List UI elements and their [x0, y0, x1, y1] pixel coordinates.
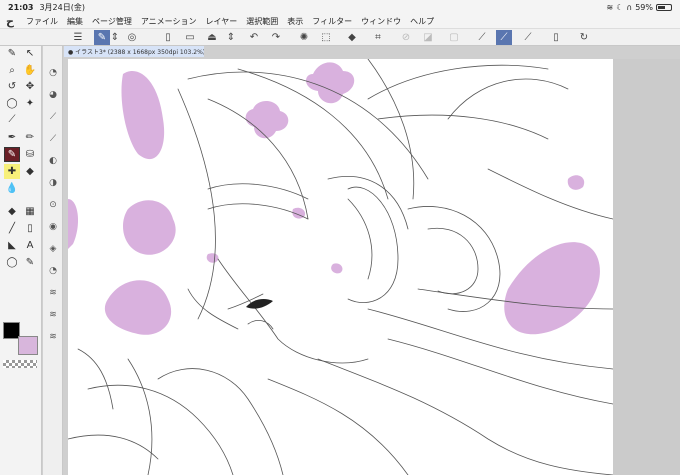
decoration-icon[interactable]: ✚ — [4, 164, 20, 179]
balloon-icon[interactable]: ◯ — [4, 255, 20, 270]
menu-page[interactable]: ページ管理 — [92, 16, 132, 27]
pencil-icon[interactable]: ✏ — [22, 130, 38, 145]
eraser-icon[interactable]: ◆ — [22, 164, 38, 179]
airbrush-icon[interactable]: ⛁ — [22, 147, 38, 162]
device-icon[interactable]: ▯ — [548, 30, 564, 45]
clear-icon[interactable]: ⬚ — [318, 30, 334, 45]
move-icon[interactable]: ✥ — [22, 79, 38, 94]
sub-color-chip[interactable] — [18, 336, 38, 355]
moon-icon: ☾ — [616, 2, 624, 12]
menu-window[interactable]: ウィンドウ — [361, 16, 401, 27]
layer-icon-3[interactable]: ≋ — [45, 330, 61, 344]
transparent-color-chip[interactable] — [3, 360, 37, 368]
tool-palette: ✎ ↖ ⌕ ✋ ↺ ✥ ◯ ✦ ⟋ ✒ ✏ ✎ ⛁ ✚ ◆ 💧 ◆ ▦ ╱ ▯ … — [0, 46, 42, 475]
quick-access-icon[interactable]: ✎ — [94, 30, 110, 45]
layer-icon-2[interactable]: ≋ — [45, 308, 61, 322]
open-folder-icon[interactable]: ▭ — [182, 30, 198, 45]
headphones-icon: ∩ — [626, 2, 633, 12]
companion-icon[interactable]: ◎ — [124, 30, 140, 45]
battery-percent: 59% — [635, 2, 653, 12]
frame-icon[interactable]: ▯ — [22, 221, 38, 236]
rotate-view-icon[interactable]: ↺ — [4, 79, 20, 94]
chevron-updown-icon[interactable]: ⇕ — [110, 30, 120, 45]
menu-bar: ح ファイル 編集 ページ管理 アニメーション レイヤー 選択範囲 表示 フィル… — [0, 14, 680, 29]
lasso-icon[interactable]: ◯ — [4, 96, 20, 111]
command-toolbar: ☰ ✎ ⇕ ◎ ▯ ▭ ⏏ ⇕ ↶ ↷ ✺ ⬚ ◆ ⌗ ⊘ ◪ ▢ ⟋ ⟋ ⟋ … — [0, 29, 680, 46]
menu-file[interactable]: ファイル — [26, 16, 58, 27]
subtool-icon-5[interactable]: ◐ — [45, 154, 61, 168]
magic-wand-icon[interactable]: ✦ — [22, 96, 38, 111]
subtool-icon-4[interactable]: ⟋ — [45, 132, 61, 146]
rotate-icon[interactable]: ↻ — [576, 30, 592, 45]
zoom-icon[interactable]: ⌕ — [4, 63, 20, 78]
wifi-icon: ≋ — [606, 2, 614, 12]
new-file-icon[interactable]: ▯ — [160, 30, 176, 45]
subtool-icon-1[interactable]: ◔ — [45, 66, 61, 80]
subtool-icon-10[interactable]: ◔ — [45, 264, 61, 278]
chevron-updown-icon-2[interactable]: ⇕ — [226, 30, 236, 45]
pen-tool-icon[interactable]: ✒ — [4, 130, 20, 145]
menu-animation[interactable]: アニメーション — [141, 16, 197, 27]
status-right: ≋ ☾ ∩ 59% — [606, 3, 672, 12]
battery-icon — [656, 3, 672, 11]
menu-view[interactable]: 表示 — [287, 16, 303, 27]
menu-edit[interactable]: 編集 — [67, 16, 83, 27]
undo-icon[interactable]: ↶ — [246, 30, 262, 45]
status-bar: 21:03 3月24日(金) ≋ ☾ ∩ 59% — [0, 0, 680, 14]
eyedropper-icon[interactable]: ⟋ — [4, 112, 20, 127]
menu-help[interactable]: ヘルプ — [410, 16, 434, 27]
invert-icon[interactable]: ◪ — [420, 30, 436, 45]
line-icon[interactable]: ╱ — [4, 221, 20, 236]
drawing-canvas[interactable] — [68, 59, 613, 475]
blend-icon[interactable]: 💧 — [4, 181, 20, 196]
fill-icon[interactable]: ◆ — [344, 30, 360, 45]
menu-layer[interactable]: レイヤー — [206, 16, 238, 27]
sketch-artwork — [68, 59, 613, 475]
canvas-background — [613, 59, 680, 475]
deselect-icon[interactable]: ⊘ — [398, 30, 414, 45]
stroke-icon-1[interactable]: ⟋ — [474, 30, 490, 45]
correction-icon[interactable]: ✎ — [22, 255, 38, 270]
app-logo-icon[interactable]: ح — [6, 15, 22, 28]
redo-icon[interactable]: ↷ — [268, 30, 284, 45]
subtool-icon-6[interactable]: ◑ — [45, 176, 61, 190]
stroke-icon-3[interactable]: ⟋ — [520, 30, 536, 45]
brush-icon[interactable]: ✎ — [4, 147, 20, 162]
pink-color-strokes — [68, 62, 600, 335]
subtool-icon-2[interactable]: ◕ — [45, 88, 61, 102]
document-tab[interactable]: ● イラスト3* (2388 x 1668px 350dpi 103.2%) — [64, 46, 204, 57]
menu-filter[interactable]: フィルター — [312, 16, 352, 27]
subtool-icon-3[interactable]: ⟋ — [45, 110, 61, 124]
status-date: 3月24日(金) — [39, 2, 85, 12]
export-icon[interactable]: ⏏ — [204, 30, 220, 45]
menu-selection[interactable]: 選択範囲 — [246, 16, 278, 27]
stroke-icon-2[interactable]: ⟋ — [496, 30, 512, 45]
hamburger-icon[interactable]: ☰ — [70, 30, 86, 45]
border-icon[interactable]: ▢ — [446, 30, 462, 45]
loading-icon[interactable]: ✺ — [296, 30, 312, 45]
subtool-icon-7[interactable]: ⊙ — [45, 198, 61, 212]
subtool-icon-9[interactable]: ◈ — [45, 242, 61, 256]
hand-icon[interactable]: ✋ — [22, 63, 38, 78]
pen-icon[interactable]: ✎ — [4, 46, 20, 61]
crop-icon[interactable]: ⌗ — [370, 30, 386, 45]
subtool-icon-8[interactable]: ◉ — [45, 220, 61, 234]
arrow-icon[interactable]: ↖ — [22, 46, 38, 61]
fill-bucket-icon[interactable]: ◆ — [4, 204, 20, 219]
status-time: 21:03 — [8, 2, 34, 12]
sub-tool-column: ◔ ◕ ⟋ ⟋ ◐ ◑ ⊙ ◉ ◈ ◔ ≋ ≋ ≋ — [43, 46, 63, 475]
layer-icon[interactable]: ≋ — [45, 286, 61, 300]
gradient-icon[interactable]: ▦ — [22, 204, 38, 219]
ruler-icon[interactable]: ◣ — [4, 238, 20, 253]
text-icon[interactable]: A — [22, 238, 38, 253]
battery-fill — [658, 5, 666, 9]
app-window: 21:03 3月24日(金) ≋ ☾ ∩ 59% ح ファイル 編集 ページ管理… — [0, 0, 680, 475]
